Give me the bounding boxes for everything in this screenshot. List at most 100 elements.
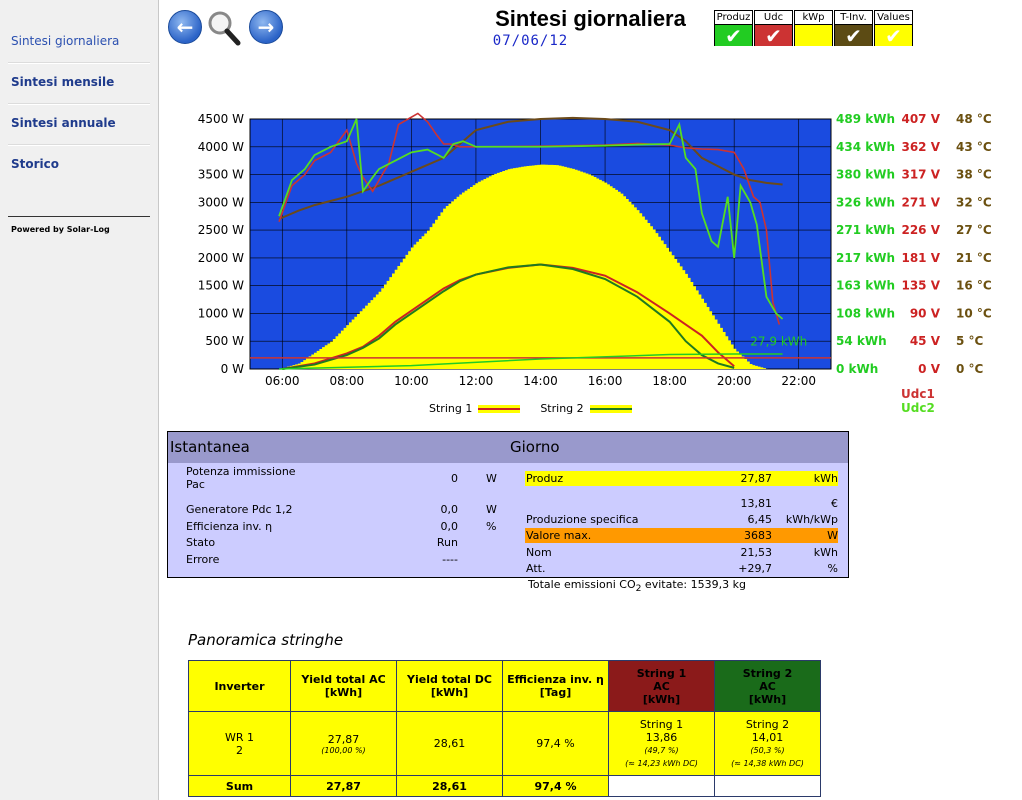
kwh-tick-label: 54 kWh <box>836 334 887 348</box>
instant-unit: W <box>486 503 497 516</box>
instant-label: Generatore Pdc 1,2 <box>186 503 293 516</box>
panoramica-table: Inverter Yield total AC [kWh] Yield tota… <box>188 660 821 797</box>
chart-toggles: Produz ✔ Udc ✔ kWp T-Inv. ✔ Values ✔ <box>714 10 914 48</box>
sidebar-divider <box>8 216 150 217</box>
instant-label-line1: Potenza immissione Pac <box>186 465 296 491</box>
header-string2-ac: AC <box>759 679 776 693</box>
kwh-tick-label: 489 kWh <box>836 112 895 126</box>
day-value: 21,53 <box>740 546 773 559</box>
header-efficiency: Efficienza inv. η [Tag] <box>502 660 609 712</box>
instant-value: Run <box>436 536 458 549</box>
kwh-tick-label: 163 kWh <box>836 279 895 293</box>
volt-tick-label: 181 V <box>901 251 940 265</box>
day-label: Att. <box>526 562 546 575</box>
header-yield-ac: Yield total AC [kWh] <box>290 660 397 712</box>
header-yield-dc: Yield total DC [kWh] <box>396 660 503 712</box>
x-tick-label: 18:00 <box>652 374 687 388</box>
yield-ac-pct: (100,00 %) <box>321 745 366 755</box>
volt-tick-label: 317 V <box>901 168 940 182</box>
instant-label: Efficienza inv. η <box>186 520 273 533</box>
volt-tick-label: 45 V <box>910 334 941 348</box>
string1-pct: (49,7 %) <box>644 745 679 755</box>
temp-tick-label: 5 °C <box>956 334 984 348</box>
sidebar: Sintesi giornaliera Sintesi mensile Sint… <box>0 0 159 800</box>
kwh-tick-label: 108 kWh <box>836 306 895 320</box>
y-tick-label: 4500 W <box>198 112 244 126</box>
emissions-text: Totale emissioni CO2 evitate: 1539,3 kg <box>528 578 746 594</box>
emissions-prefix: Totale emissioni CO <box>528 578 636 591</box>
temp-tick-label: 16 °C <box>956 279 992 293</box>
panoramica-title: Panoramica stringhe <box>188 631 344 649</box>
kwh-tick-label: 217 kWh <box>836 251 895 265</box>
udc1-legend-label: Udc1 <box>901 387 935 401</box>
day-unit: kWh <box>813 472 838 485</box>
checkmark-icon: ✔ <box>755 24 792 48</box>
main-content: ← → Sintesi giornaliera 07/06/12 Produz ✔… <box>159 0 1022 800</box>
yield-ac-value: 27,87 <box>327 732 360 746</box>
y-tick-label: 2500 W <box>198 223 244 237</box>
day-label: Produz <box>526 472 564 485</box>
day-value: +29,7 <box>738 562 772 575</box>
instant-value: 0 <box>451 472 458 485</box>
x-tick-label: 20:00 <box>717 374 752 388</box>
day-label: Valore max. <box>526 529 592 542</box>
volt-tick-label: 226 V <box>901 223 940 237</box>
sidebar-item-sintesi-giornaliera[interactable]: Sintesi giornaliera <box>11 34 119 48</box>
instant-title: Istantanea <box>168 432 509 463</box>
toggle-label: kWp <box>795 11 832 25</box>
header-string2-unit: [kWh] <box>748 692 787 706</box>
checkmark-icon: ✔ <box>715 24 752 48</box>
sidebar-item-sintesi-annuale[interactable]: Sintesi annuale <box>11 116 116 130</box>
toggle-udc[interactable]: Udc ✔ <box>754 10 793 48</box>
y-tick-label: 3500 W <box>198 168 244 182</box>
kwh-tick-label: 271 kWh <box>836 223 895 237</box>
temp-tick-label: 0 °C <box>956 362 984 376</box>
day-label: Nom <box>526 546 552 559</box>
inverter-number: 2 <box>236 743 243 757</box>
cell-inverter: WR 1 2 <box>188 711 291 776</box>
kwh-tick-label: 326 kWh <box>836 195 895 209</box>
inverter-name: WR 1 <box>224 730 254 744</box>
checkmark-icon: ✔ <box>875 24 912 48</box>
sum-eff: 97,4 % <box>502 775 609 797</box>
chart-legend: String 1 String 2 <box>429 402 652 415</box>
temp-tick-label: 43 °C <box>956 140 992 154</box>
instant-value: 0,0 <box>440 503 459 516</box>
y-tick-label: 0 W <box>221 362 244 376</box>
string2-value: 14,01 <box>751 730 784 744</box>
toggle-t-inv[interactable]: T-Inv. ✔ <box>834 10 873 48</box>
temp-tick-label: 21 °C <box>956 251 992 265</box>
header-string1: String 1 AC [kWh] <box>608 660 715 712</box>
string1-dc: (≈ 14,23 kWh DC) <box>625 758 698 768</box>
volt-tick-label: 271 V <box>901 195 940 209</box>
total-kwh-label: 27,9 kWh <box>750 335 807 349</box>
volt-tick-label: 407 V <box>901 112 940 126</box>
toggle-values[interactable]: Values ✔ <box>874 10 913 48</box>
toggle-produz[interactable]: Produz ✔ <box>714 10 753 48</box>
x-tick-label: 14:00 <box>523 374 558 388</box>
day-unit: kWh <box>813 546 838 559</box>
sum-dc: 28,61 <box>396 775 503 797</box>
x-tick-label: 12:00 <box>459 374 494 388</box>
day-label: Produzione specifica <box>526 513 639 526</box>
sidebar-item-sintesi-mensile[interactable]: Sintesi mensile <box>11 75 114 89</box>
sidebar-divider <box>8 144 150 146</box>
sidebar-item-storico[interactable]: Storico <box>11 157 59 171</box>
string2-pct: (50,3 %) <box>750 745 785 755</box>
kwh-tick-label: 434 kWh <box>836 140 895 154</box>
y-tick-label: 1500 W <box>198 279 244 293</box>
cell-yield-ac: 27,87 (100,00 %) <box>290 711 397 776</box>
toggle-kwp[interactable]: kWp <box>794 10 833 46</box>
cell-string2: String 2 14,01 (50,3 %) (≈ 14,38 kWh DC) <box>714 711 821 776</box>
sidebar-divider <box>8 103 150 105</box>
temp-tick-label: 48 °C <box>956 112 992 126</box>
day-unit: % <box>827 562 838 575</box>
legend-string1-swatch <box>478 404 521 413</box>
summary-panel: Istantanea Giorno Potenza immissione Pac… <box>167 431 849 578</box>
sum-ac: 27,87 <box>290 775 397 797</box>
y-tick-label: 4000 W <box>198 140 244 154</box>
x-tick-label: 16:00 <box>588 374 623 388</box>
checkmark-icon: ✔ <box>835 24 872 48</box>
day-unit: kWh/kWp <box>785 513 838 526</box>
volt-tick-label: 362 V <box>901 140 940 154</box>
